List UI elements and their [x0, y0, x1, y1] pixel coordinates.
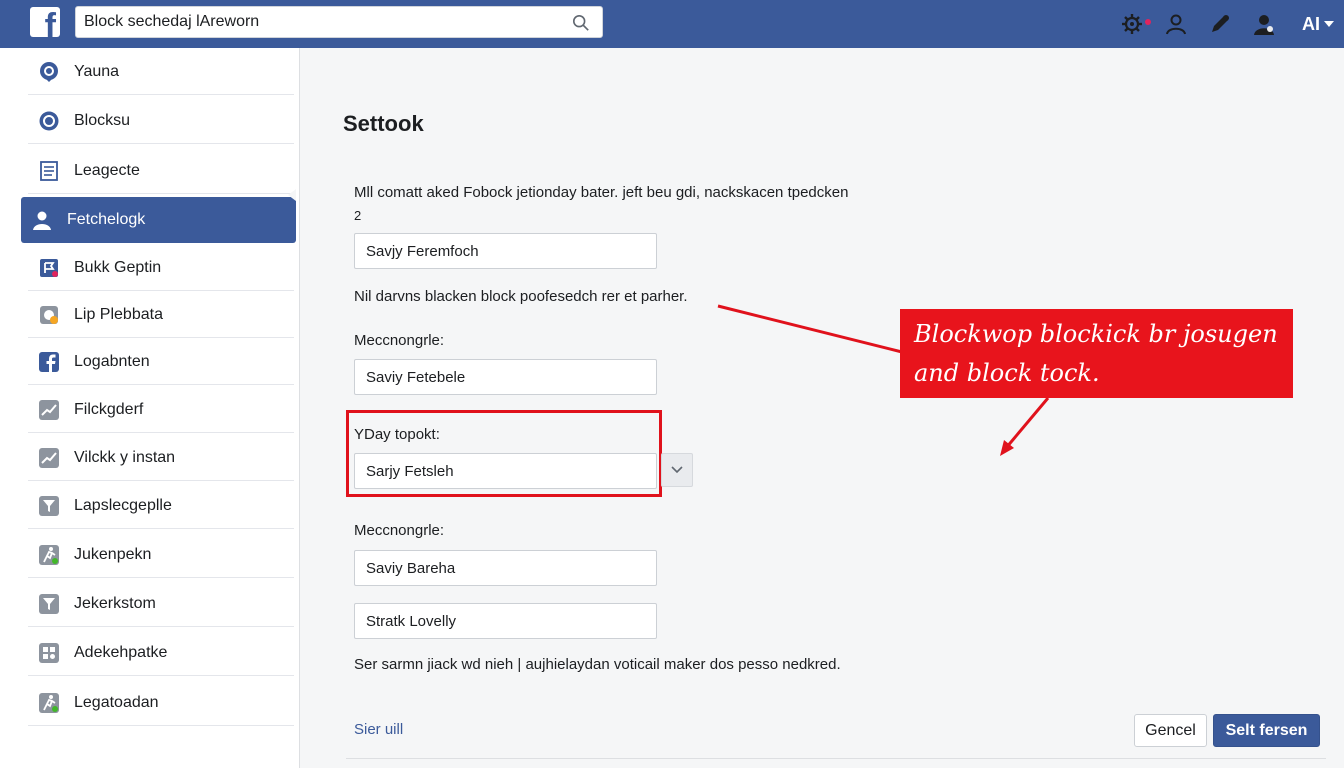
account-label[interactable]: AI — [1302, 14, 1320, 35]
badge-icon — [38, 304, 60, 326]
user-icon[interactable] — [1162, 10, 1190, 38]
search-icon[interactable] — [572, 14, 590, 32]
sidebar-item-label: Legatoadan — [74, 693, 159, 711]
sidebar-item-8[interactable]: Vilckk y instan — [28, 435, 294, 481]
sidebar-item-label: Vilckk y instan — [74, 448, 176, 466]
annotation-callout: Blockwop blockick br josugen and block t… — [900, 309, 1293, 398]
sidebar-item-label: Blocksu — [74, 111, 131, 129]
circle-icon — [38, 110, 60, 132]
people-icon[interactable] — [1250, 10, 1278, 38]
list-icon — [38, 160, 60, 182]
sidebar-item-5[interactable]: Lip Plebbata — [28, 292, 294, 338]
dropdown-button[interactable] — [661, 453, 693, 487]
sidebar-item-4[interactable]: Bukk Geptin — [28, 245, 294, 291]
sidebar-item-2[interactable]: Leagecte — [28, 148, 294, 194]
sidebar-item-label: Adekehpatke — [74, 643, 168, 661]
sidebar-item-label: Fetchelogk — [67, 211, 146, 228]
sidebar-item-1[interactable]: Blocksu — [28, 98, 294, 144]
name-field-4[interactable] — [354, 603, 657, 639]
sidebar-item-label: Leagecte — [74, 161, 140, 179]
field-label-1: Meccnongrle: — [354, 332, 445, 349]
sidebar-item-label: Jekerkstom — [74, 594, 156, 612]
sidebar-item-label: Yauna — [74, 62, 120, 80]
sidebar-item-label: Bukk Geptin — [74, 258, 162, 276]
chat-icon — [38, 61, 60, 83]
highlighted-field[interactable] — [354, 453, 657, 489]
facebook-logo[interactable]: f — [30, 7, 60, 37]
sidebar-item-11[interactable]: Jekerkstom — [28, 581, 294, 627]
callout-text: Blockwop blockick br josugen and block t… — [914, 320, 1278, 387]
chart-icon — [38, 447, 60, 469]
sidebar-item-label: Jukenpekn — [74, 545, 152, 563]
save-button[interactable]: Selt fersen — [1213, 714, 1320, 747]
sidebar-item-label: Logabnten — [74, 352, 150, 370]
grid-icon — [38, 642, 60, 664]
facebook-icon — [38, 351, 60, 373]
see-all-link[interactable]: Sier uill — [354, 721, 403, 738]
field-label-2: Meccnongrle: — [354, 522, 445, 539]
intro-text-2: 2 — [354, 208, 362, 223]
sidebar-item-12[interactable]: Adekehpatke — [28, 630, 294, 676]
active-indicator — [288, 189, 296, 201]
flag-icon — [38, 257, 60, 279]
notification-dot — [1145, 19, 1151, 25]
sidebar-item-0[interactable]: Yauna — [28, 49, 294, 95]
sidebar-item-3[interactable]: Fetchelogk — [21, 197, 296, 243]
gear-icon[interactable] — [1118, 10, 1151, 38]
chart-icon — [38, 399, 60, 421]
sidebar-item-label: Lip Plebbata — [74, 305, 163, 323]
name-field-3[interactable] — [354, 550, 657, 586]
user-icon — [31, 209, 53, 231]
sidebar-item-9[interactable]: Lapslecgeplle — [28, 483, 294, 529]
intro-text: Mll comatt aked Fobock jetionday bater. … — [354, 184, 849, 201]
search-bar[interactable] — [75, 6, 603, 38]
logo-letter: f — [44, 7, 56, 37]
chevron-down-icon — [671, 466, 683, 474]
name-field-1[interactable] — [354, 233, 657, 269]
chevron-down-icon[interactable] — [1324, 21, 1334, 27]
sidebar-item-label: Filckgderf — [74, 400, 144, 418]
cancel-button[interactable]: Gencel — [1134, 714, 1207, 747]
page-title: Settook — [343, 111, 424, 136]
sidebar-item-10[interactable]: Jukenpekn — [28, 532, 294, 578]
sidebar-item-13[interactable]: Legatoadan — [28, 680, 294, 726]
run-icon — [38, 692, 60, 714]
divider — [346, 758, 1326, 759]
filter-icon — [38, 593, 60, 615]
name-field-2[interactable] — [354, 359, 657, 395]
sidebar-item-label: Lapslecgeplle — [74, 496, 172, 514]
field-label-highlight: YDay topokt: — [354, 426, 440, 443]
description-text: Nil darvns blacken block poofesedch rer … — [354, 288, 688, 305]
edit-icon[interactable] — [1206, 10, 1234, 38]
footer-note: Ser sarmn jiack wd nieh | aujhielaydan v… — [354, 656, 841, 673]
filter-icon — [38, 495, 60, 517]
sidebar-item-6[interactable]: Logabnten — [28, 339, 294, 385]
sidebar-item-7[interactable]: Filckgderf — [28, 387, 294, 433]
top-icons: AI — [1102, 10, 1334, 38]
search-input[interactable] — [84, 7, 564, 37]
run-icon — [38, 544, 60, 566]
top-bar: f AI — [0, 0, 1344, 48]
main-content: Settook Mll comatt aked Fobock jetionday… — [301, 48, 1344, 768]
